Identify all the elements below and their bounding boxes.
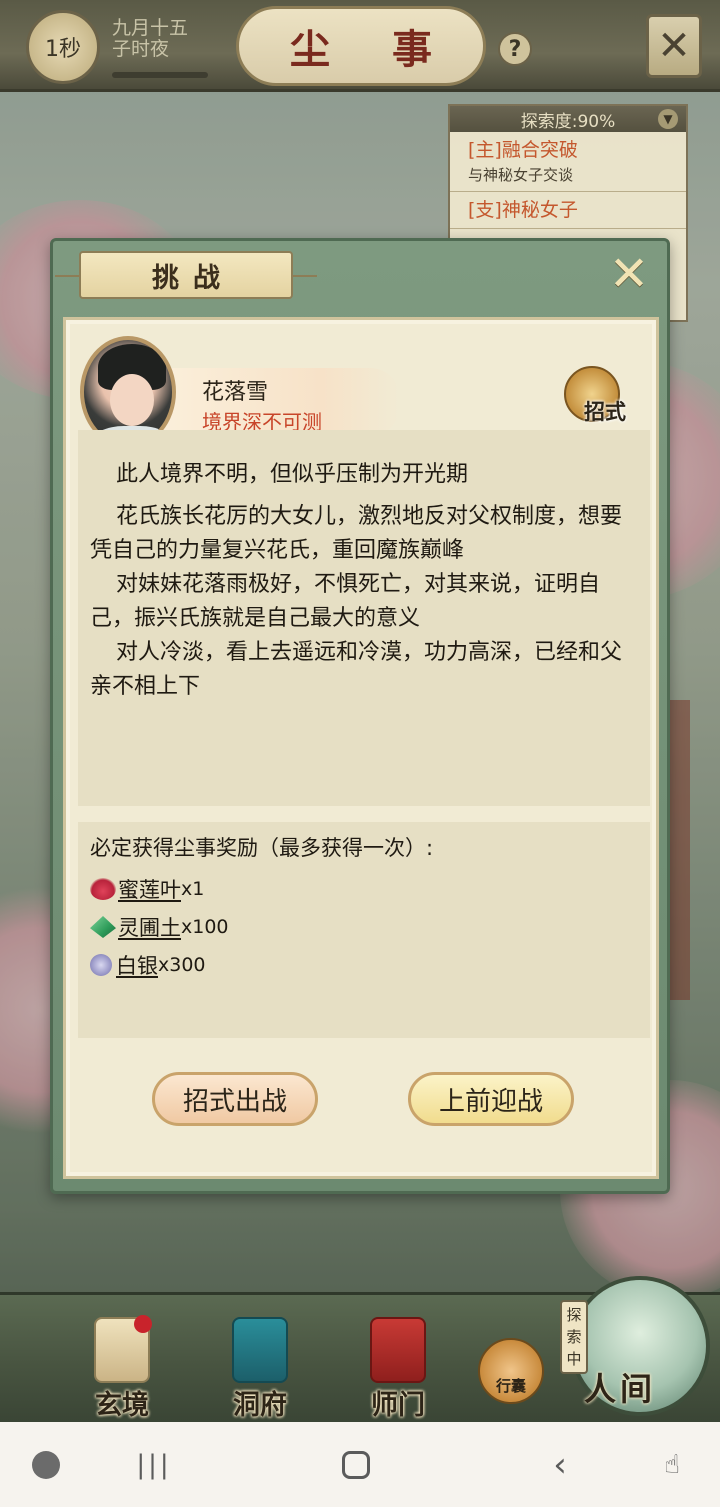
reward-name[interactable]: 白银 xyxy=(116,950,158,980)
time-progress-bar xyxy=(112,72,208,78)
scroll-icon xyxy=(94,1315,152,1383)
top-bar: 1秒 九月十五 子时夜 尘 事 ? ✕ xyxy=(0,0,720,92)
page-title: 尘 事 xyxy=(290,26,456,73)
nav-item-xuanjing[interactable]: 玄境 xyxy=(72,1309,172,1421)
game-date: 九月十五 子时夜 xyxy=(112,18,188,60)
reward-qty: x100 xyxy=(181,916,229,938)
description-line: 此人境界不明，但似乎压制为开光期 xyxy=(116,462,469,487)
timer-text: 1秒 xyxy=(45,37,81,62)
skill-battle-button[interactable]: 招式出战 xyxy=(152,1072,318,1126)
npc-description: 此人境界不明，但似乎压制为开光期 花氏族长花厉的大女儿，激烈地反对父权制度，想要… xyxy=(78,430,650,704)
npc-name: 花落雪 xyxy=(202,380,269,405)
reward-item[interactable]: 灵圃土 x100 xyxy=(90,912,229,942)
reward-title: 必定获得尘事奖励（最多获得一次）: xyxy=(90,836,434,860)
date-time: 子时夜 xyxy=(112,38,170,60)
world-label: 人间 xyxy=(584,1370,657,1408)
description-line: 对人冷淡，看上去遥远和冷漠，功力高深，已经和父亲不相上下 xyxy=(90,640,623,699)
dialog-title: 挑战 xyxy=(152,262,234,294)
reward-qty: x1 xyxy=(181,878,205,900)
home-button[interactable] xyxy=(340,1450,372,1480)
touch-lock-icon[interactable]: ☝ xyxy=(652,1450,692,1480)
help-button[interactable]: ? xyxy=(498,32,532,66)
bag-button[interactable]: 行囊 xyxy=(478,1338,544,1404)
reward-item[interactable]: 蜜莲叶 x1 xyxy=(90,874,204,904)
bag-label: 行囊 xyxy=(495,1377,526,1395)
back-button[interactable]: ‹ xyxy=(544,1445,576,1485)
chevron-down-icon[interactable]: ▼ xyxy=(658,109,678,129)
dialog-close-button[interactable]: ✕ xyxy=(605,250,653,299)
quest-item[interactable]: [主]融合突破 与神秘女子交谈 xyxy=(450,132,686,192)
reward-item[interactable]: 白银 x300 xyxy=(90,950,206,980)
nav-item-dongfu[interactable]: 洞府 xyxy=(210,1309,310,1421)
quest-item[interactable]: [支]神秘女子 xyxy=(450,192,686,229)
page-title-plate: 尘 事 xyxy=(236,6,486,86)
nav-label: 洞府 xyxy=(233,1390,287,1421)
game-launcher-icon[interactable] xyxy=(30,1450,62,1480)
reward-name[interactable]: 蜜莲叶 xyxy=(118,874,181,904)
challenge-dialog: 挑战 ✕ 花落雪 境界深不可测 招式 此人境界不明，但似乎压制为开光期 花氏族长… xyxy=(50,238,670,1194)
system-nav-bar: ||| ‹ ☝ xyxy=(0,1422,720,1507)
exploration-header[interactable]: 探索度:90% ▼ xyxy=(450,106,686,132)
quest-title: [支]神秘女子 xyxy=(468,199,578,221)
nav-label: 师门 xyxy=(371,1390,425,1421)
exploration-progress: 探索度:90% xyxy=(520,111,616,132)
home-icon xyxy=(342,1451,370,1479)
recent-apps-button[interactable]: ||| xyxy=(136,1450,170,1480)
skill-button-label[interactable]: 招式 xyxy=(584,396,626,426)
description-line: 对妹妹花落雨极好，不惧死亡，对其来说，证明自己，振兴氏族就是自己最大的意义 xyxy=(90,572,601,631)
fight-button[interactable]: 上前迎战 xyxy=(408,1072,574,1126)
silver-coin-icon xyxy=(90,954,112,976)
description-line: 花氏族长花厉的大女儿，激烈地反对父权制度，想要凭自己的力量复兴花氏，重回魔族巅峰 xyxy=(90,504,623,563)
dialog-title-tab: 挑战 xyxy=(55,251,317,299)
spirit-soil-icon xyxy=(90,916,116,938)
banner-icon xyxy=(370,1317,426,1383)
pavilion-icon xyxy=(232,1317,288,1383)
lotus-leaf-icon xyxy=(90,878,116,900)
exploring-tag: 探索中 xyxy=(560,1300,588,1374)
reward-qty: x300 xyxy=(158,954,206,976)
close-page-button[interactable]: ✕ xyxy=(646,14,702,78)
dialog-content: 花落雪 境界深不可测 招式 此人境界不明，但似乎压制为开光期 花氏族长花厉的大女… xyxy=(63,317,659,1179)
portrait-face xyxy=(110,374,154,426)
quest-desc: 与神秘女子交谈 xyxy=(468,166,574,184)
date-day: 九月十五 xyxy=(112,17,189,39)
npc-description-box: 此人境界不明，但似乎压制为开光期 花氏族长花厉的大女儿，激烈地反对父权制度，想要… xyxy=(78,430,650,806)
reward-box: 必定获得尘事奖励（最多获得一次）: 蜜莲叶 x1 灵圃土 x100 白银 x30… xyxy=(78,822,650,1038)
timer-badge: 1秒 xyxy=(26,10,100,84)
nav-item-shimen[interactable]: 师门 xyxy=(348,1309,448,1421)
reward-name[interactable]: 灵圃土 xyxy=(118,912,181,942)
nav-label: 玄境 xyxy=(95,1390,149,1421)
quest-title: [主]融合突破 xyxy=(468,139,578,161)
